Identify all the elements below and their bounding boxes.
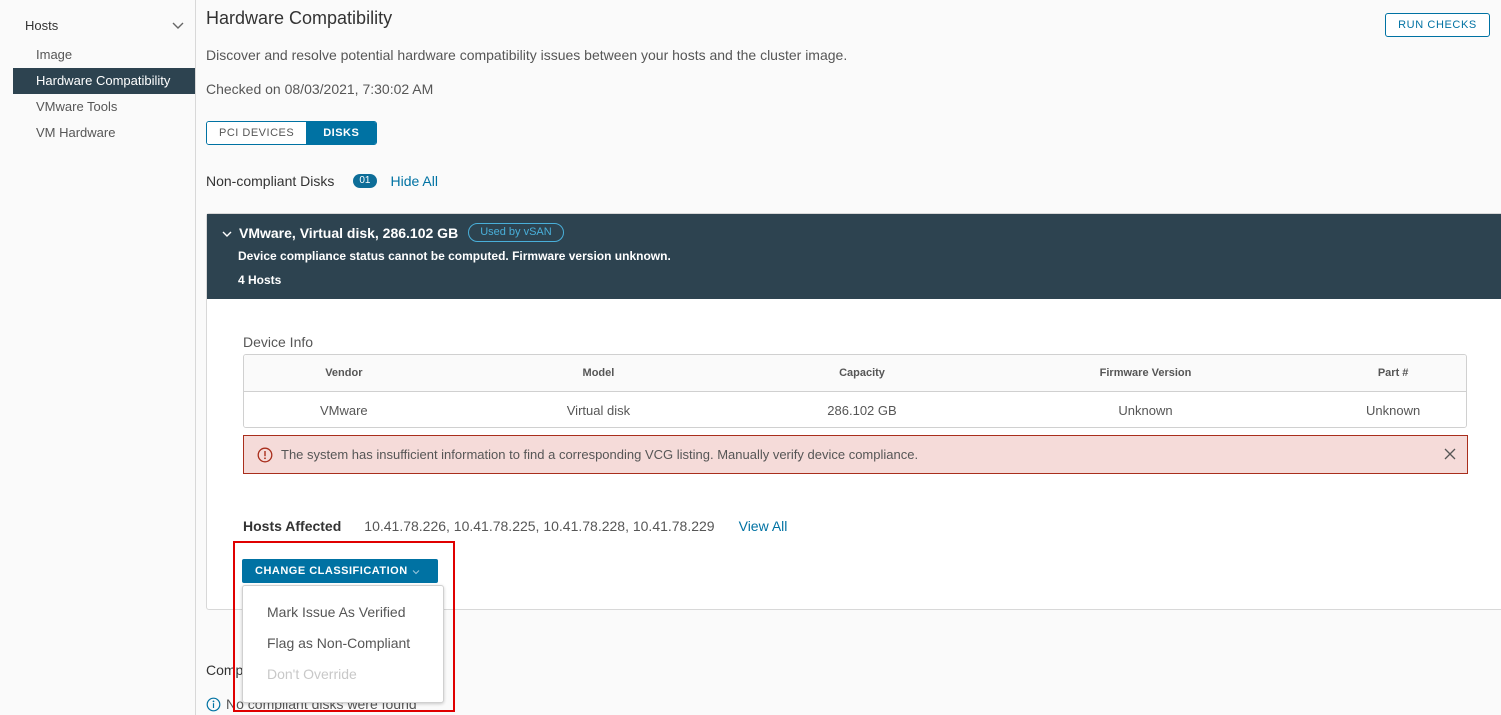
chevron-down-icon[interactable] — [221, 227, 233, 239]
cell-model: Virtual disk — [566, 403, 631, 418]
sidebar-group-hosts[interactable]: Hosts — [25, 16, 185, 34]
caret-down-icon — [412, 567, 420, 575]
disk-card: VMware, Virtual disk, 286.102 GB Used by… — [206, 213, 1501, 610]
disk-card-header[interactable]: VMware, Virtual disk, 286.102 GB Used by… — [207, 214, 1501, 299]
column-header-capacity: Capacity — [839, 367, 885, 379]
column-header-firmware: Firmware Version — [1099, 367, 1192, 379]
run-checks-button[interactable]: RUN CHECKS — [1385, 13, 1490, 37]
count-badge: 01 — [353, 174, 377, 188]
error-circle-icon — [257, 447, 273, 463]
checked-on-timestamp: Checked on 08/03/2021, 7:30:02 AM — [206, 81, 434, 97]
tab-disks[interactable]: DISKS — [306, 122, 377, 144]
change-classification-label: CHANGE CLASSIFICATION — [255, 565, 408, 577]
non-compliant-label: Non-compliant Disks — [206, 173, 335, 189]
sidebar-item-vmware-tools[interactable]: VMware Tools — [13, 94, 195, 120]
menu-item-flag-non-compliant[interactable]: Flag as Non-Compliant — [267, 635, 410, 651]
cell-firmware: Unknown — [1118, 403, 1173, 418]
info-icon — [206, 697, 221, 712]
menu-item-mark-verified[interactable]: Mark Issue As Verified — [267, 604, 406, 620]
device-info-label: Device Info — [243, 334, 314, 350]
hide-all-link[interactable]: Hide All — [391, 173, 438, 189]
hosts-affected-label: Hosts Affected — [243, 518, 342, 534]
error-alert: The system has insufficient information … — [243, 435, 1468, 474]
alert-text: The system has insufficient information … — [281, 447, 919, 462]
hosts-count: 4 Hosts — [238, 273, 282, 287]
table-row: VMware Virtual disk 286.102 GB Unknown U… — [244, 392, 1466, 427]
chevron-down-icon[interactable] — [171, 18, 185, 32]
sidebar-item-image[interactable]: Image — [13, 42, 195, 68]
sidebar-item-hardware-compatibility[interactable]: Hardware Compatibility — [13, 68, 195, 94]
cell-capacity: 286.102 GB — [827, 403, 897, 418]
non-compliant-header: Non-compliant Disks 01 Hide All — [206, 173, 438, 189]
table-header-row: Vendor Model Capacity Firmware Version P… — [244, 355, 1466, 392]
page-description: Discover and resolve potential hardware … — [206, 47, 848, 63]
close-icon[interactable] — [1442, 446, 1458, 462]
sidebar-item-vm-hardware[interactable]: VM Hardware — [13, 120, 195, 146]
view-all-link[interactable]: View All — [739, 518, 788, 534]
device-info-table: Vendor Model Capacity Firmware Version P… — [243, 354, 1467, 428]
classification-dropdown-menu: Mark Issue As Verified Flag as Non-Compl… — [242, 585, 444, 703]
disk-title: VMware, Virtual disk, 286.102 GB — [239, 224, 459, 241]
menu-item-dont-override: Don't Override — [267, 666, 357, 682]
column-header-part: Part # — [1377, 367, 1409, 379]
sidebar-group-label: Hosts — [25, 17, 59, 33]
disk-status-text: Device compliance status cannot be compu… — [238, 249, 671, 263]
sidebar: Hosts Image Hardware Compatibility VMwar… — [0, 0, 196, 715]
hosts-affected-row: Hosts Affected 10.41.78.226, 10.41.78.22… — [243, 518, 787, 534]
change-classification-button[interactable]: CHANGE CLASSIFICATION — [242, 559, 438, 583]
page-title: Hardware Compatibility — [206, 8, 393, 28]
device-type-tabs: PCI DEVICES DISKS — [206, 121, 378, 145]
column-header-model: Model — [582, 367, 615, 379]
used-by-vsan-badge: Used by vSAN — [468, 223, 564, 242]
cell-part: Unknown — [1366, 403, 1421, 418]
tab-pci-devices[interactable]: PCI DEVICES — [207, 122, 307, 144]
column-header-vendor: Vendor — [325, 367, 363, 379]
hosts-affected-list: 10.41.78.226, 10.41.78.225, 10.41.78.228… — [364, 518, 715, 534]
cell-vendor: VMware — [319, 403, 368, 418]
